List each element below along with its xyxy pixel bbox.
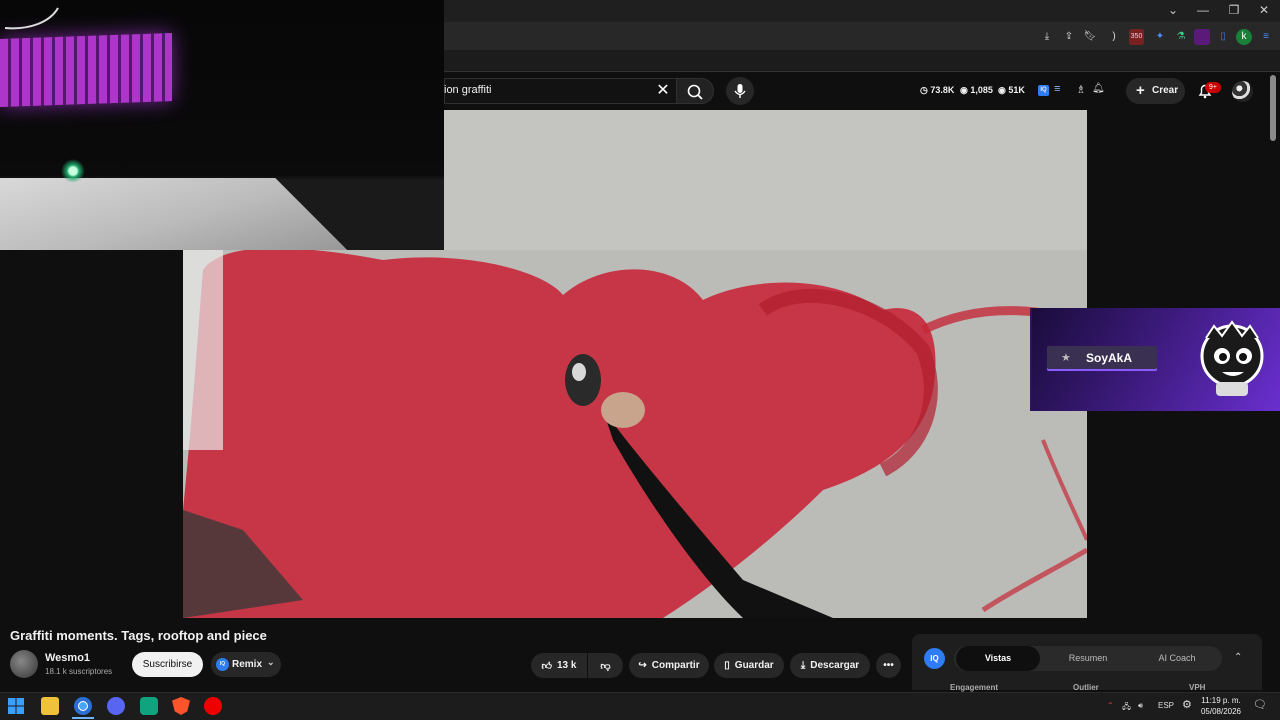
notification-count-badge: 9+ [1205,82,1221,93]
column-engagement: Engagement [950,683,999,692]
thumbs-down-icon: 👎︎ [600,660,611,672]
views-stat: ◉ 1,085 [960,85,993,95]
webcam-overlay [0,0,444,250]
bookmark-icon[interactable]: 🔖︎ [1082,29,1098,45]
profile-avatar[interactable]: k [1236,29,1252,45]
share-button[interactable]: ↪ Compartir [629,653,709,678]
active-app-indicator [72,717,94,719]
account-avatar[interactable] [1232,81,1253,102]
search-icon [687,84,703,100]
tab-resumen[interactable]: Resumen [1046,646,1130,671]
plus-icon: + [1136,82,1145,99]
channel-avatar[interactable] [10,650,38,678]
windows-taskbar [0,692,1280,720]
tab-ai-coach[interactable]: AI Coach [1134,646,1220,671]
column-outlier: Outlier [1073,683,1099,692]
create-button[interactable]: + Crear [1126,78,1185,104]
subscribe-button[interactable]: Suscribirse [132,652,203,677]
vidiq-remix-icon: IQ [216,658,229,671]
chrome-icon[interactable] [74,697,92,715]
maximize-button[interactable]: ❐ [1222,2,1246,18]
subs-value: 51K [1008,85,1025,95]
save-bookmark-icon: ▯ [724,660,730,671]
language-indicator[interactable]: ESP [1158,701,1174,710]
share-label: Compartir [651,660,700,671]
dislike-button[interactable]: 👎︎ [588,653,623,678]
settings-gear-icon[interactable]: ⚙ [1182,698,1192,711]
save-button[interactable]: ▯ Guardar [714,653,784,678]
volume-icon[interactable]: 🔊︎ [1138,701,1143,711]
sidebar-icon[interactable]: ▯ [1215,29,1231,45]
chevron-down-icon[interactable]: ⌄ [267,657,275,668]
install-icon[interactable]: ⤓ [1039,29,1055,45]
alert-username: SoyAkA [1086,351,1133,365]
subs-stat: ◉ 51K [998,85,1025,95]
read-aloud-icon[interactable]: ) [1106,29,1122,45]
microphone-icon [734,84,746,98]
like-count: 13 k [556,660,577,671]
cable-curve [4,7,59,30]
views-value: 1,085 [970,85,993,95]
share-icon: ↪ [638,660,647,671]
remix-label: Remix [232,659,263,670]
flask-extension-icon[interactable]: ⚗ [1173,29,1189,45]
file-explorer-icon[interactable] [41,697,59,715]
remix-button[interactable]: IQ Remix ⌄ [211,652,281,677]
like-button[interactable]: 👍︎ 13 k [531,653,587,678]
page-scrollbar[interactable] [1270,75,1276,141]
vidiq-logo-icon[interactable]: IQ [924,648,945,669]
system-clock[interactable]: 11:19 p. m. 05/08/2026 [1198,695,1244,717]
thumbs-up-icon: 👍︎ [541,660,552,672]
download-icon: ⤓ [800,660,806,671]
search-button[interactable] [676,78,714,104]
discord-icon[interactable] [107,697,125,715]
subscriber-count: 18.1 k suscriptores [45,667,113,676]
star-icon: ★ [1061,352,1071,364]
minimize-button[interactable]: — [1191,2,1215,18]
chatgpt-icon[interactable] [140,697,158,715]
windows-start-icon[interactable] [7,697,25,715]
more-icon: ••• [883,660,894,671]
more-actions-button[interactable]: ••• [876,653,901,678]
youtube-app-icon[interactable] [204,697,222,715]
clock-date: 05/08/2026 [1200,707,1242,716]
create-label: Crear [1152,85,1179,96]
extension-badge-icon[interactable]: 350 [1129,29,1144,45]
save-label: Guardar [734,660,774,671]
rgb-keyboard [0,32,172,108]
download-label: Descargar [810,660,860,671]
bell-small-icon[interactable]: 🔔︎ [1092,83,1105,94]
collapse-panel-icon[interactable]: ⌃ [1234,652,1242,663]
notification-center-icon[interactable]: 🗨︎ [1253,698,1267,711]
watch-hours-stat: ◷ 73.8K [920,85,955,95]
mascot-icon [1200,320,1264,396]
desk-surface [0,178,356,250]
bookmarks-bar [444,50,1280,72]
channel-name[interactable]: Wesmo1 [45,652,90,664]
share-page-icon[interactable]: ⇪ [1061,29,1077,45]
video-title: Graffiti moments. Tags, rooftop and piec… [10,628,267,643]
network-icon[interactable]: 🖧︎ [1122,701,1131,715]
list-icon[interactable]: ≡ [1054,83,1060,95]
tab-search-icon[interactable]: ⌄ [1161,2,1185,18]
tray-chevron-icon[interactable]: ⌃ [1107,701,1114,710]
purple-extension-icon[interactable] [1194,29,1210,45]
mouse-glow [58,158,88,184]
watch-hours-value: 73.8K [930,85,955,95]
close-window-button[interactable]: ✕ [1252,2,1276,18]
vidiq-icon[interactable]: IQ [1038,85,1049,96]
browser-menu-icon[interactable]: ≡ [1258,29,1274,45]
clock-time: 11:19 p. m. [1201,696,1241,705]
voice-search-button[interactable] [726,77,754,105]
browser-title-bar [444,0,1280,22]
tab-vistas[interactable]: Vistas [956,646,1040,671]
search-input-value[interactable]: ion graffiti [444,84,492,96]
column-vph: VPH [1189,683,1206,692]
award-icon[interactable]: ♗ [1076,83,1086,96]
download-button[interactable]: ⤓ Descargar [790,653,870,678]
clear-search-icon[interactable]: ✕ [655,82,671,100]
puzzle-extension-icon[interactable]: ✦ [1152,29,1168,45]
windows-logo [8,698,24,714]
